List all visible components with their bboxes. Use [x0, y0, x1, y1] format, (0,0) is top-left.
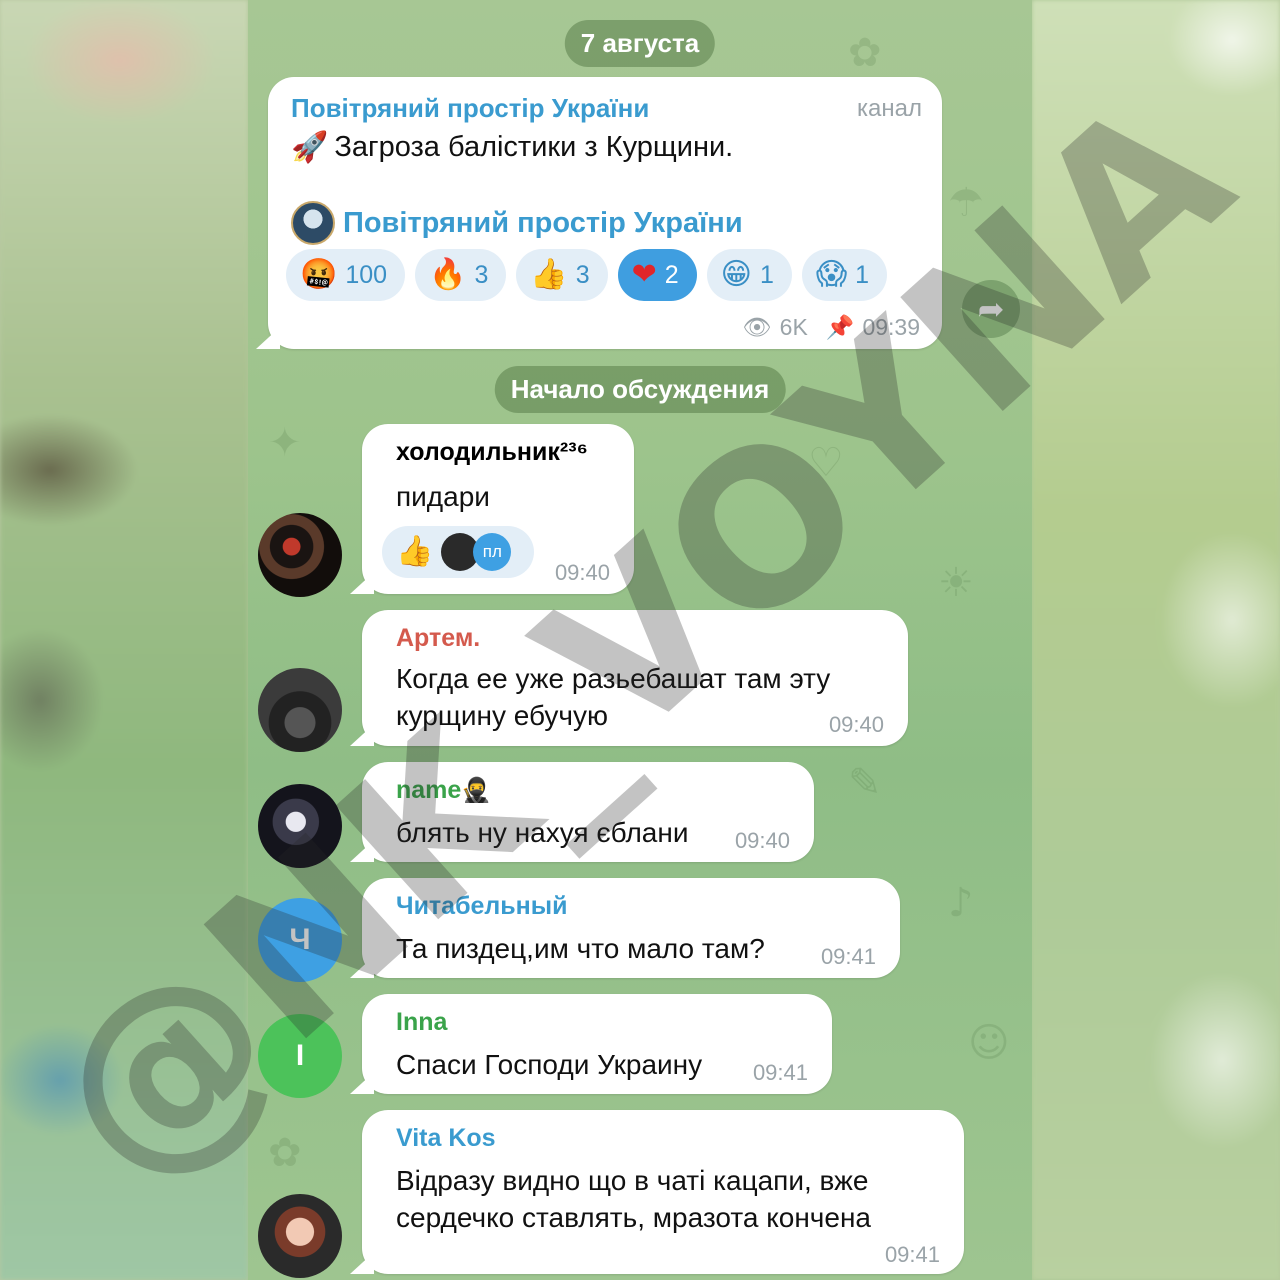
avatar[interactable]	[258, 513, 342, 597]
reaction-count: 3	[474, 260, 489, 289]
channel-type-label: канал	[857, 95, 922, 122]
message-bubble[interactable]: Vita Kos Відразу видно що в чаті кацапи,…	[362, 1110, 964, 1274]
message-bubble[interactable]: Читабельный Та пиздец,им что мало там? 0…	[362, 878, 900, 978]
eye-icon: 👁	[742, 314, 772, 340]
thumbs-up-icon: 👍	[530, 257, 568, 292]
avatar[interactable]: Ч	[258, 898, 342, 982]
reaction-fire[interactable]: 🔥 3	[415, 249, 507, 301]
reactions-row: 🤬 100 🔥 3 👍 3 ❤ 2 😁 1 😱 1	[286, 249, 888, 301]
message-text-line: Відразу видно що в чаті кацапи, вже	[396, 1165, 869, 1196]
sender-name[interactable]: Vita Kos	[396, 1124, 496, 1153]
wallpaper-doodle-icon: ☂	[948, 180, 984, 226]
sender-name[interactable]: Inna	[396, 1008, 447, 1037]
view-count: 6K	[779, 314, 808, 340]
wallpaper-doodle-icon: ☀	[938, 560, 974, 606]
avatar[interactable]: I	[258, 1014, 342, 1098]
sender-name[interactable]: Читабельный	[396, 892, 568, 921]
message-bubble[interactable]: name🥷 блять ну нахуя єблани 09:40	[362, 762, 814, 862]
screaming-face-icon: 😱	[815, 257, 848, 292]
reaction-count: 1	[855, 260, 870, 289]
grinning-face-icon: 😁	[720, 257, 752, 292]
avatar[interactable]	[258, 784, 342, 868]
post-text-content: Загроза балістики з Курщини.	[334, 131, 734, 163]
fire-icon: 🔥	[429, 257, 467, 292]
reactor-avatar: пл	[473, 533, 512, 571]
wallpaper-doodle-icon: ✿	[268, 1130, 302, 1176]
cursing-face-icon: 🤬	[300, 257, 338, 292]
message-text: пидари	[396, 481, 490, 512]
message-bubble[interactable]: Артем. Когда ее уже разьебашат там эту к…	[362, 610, 908, 746]
reaction-cursing[interactable]: 🤬 100	[286, 249, 406, 301]
sender-name-text[interactable]: name	[396, 776, 461, 804]
wallpaper-doodle-icon: ✎	[848, 760, 882, 806]
message-time: 09:41	[752, 1060, 808, 1085]
avatar[interactable]	[258, 668, 342, 752]
missile-launcher-icon: 🚀	[291, 129, 329, 165]
wallpaper-doodle-icon: ☺	[968, 1020, 1010, 1066]
reaction-grin[interactable]: 😁 1	[706, 249, 792, 301]
post-time: 09:39	[862, 314, 920, 340]
channel-avatar	[291, 201, 335, 245]
message-text-line: курщину ебучую	[396, 700, 609, 731]
reaction-heart[interactable]: ❤ 2	[617, 249, 697, 301]
message-text: Та пиздец,им что мало там?	[396, 933, 765, 964]
blurred-background-right	[1032, 0, 1280, 1280]
reaction-count: 3	[575, 260, 590, 289]
message-text: блять ну нахуя єблани	[396, 817, 689, 848]
reaction-count: 1	[759, 260, 774, 289]
wallpaper-doodle-icon: ♪	[948, 880, 974, 926]
wallpaper-doodle-icon: ✦	[268, 420, 302, 466]
channel-name[interactable]: Повітряний простір України	[291, 93, 649, 124]
reaction-scream[interactable]: 😱 1	[801, 249, 888, 301]
message-bubble[interactable]: холодильник²³⁶ пидари 👍 пл 09:40	[362, 424, 634, 594]
channel-post-bubble[interactable]: Повітряний простір України канал 🚀 Загро…	[268, 77, 942, 349]
post-meta: 👁 6K 📌 09:39	[742, 314, 920, 341]
message-time: 09:40	[554, 560, 610, 585]
chat-screen: ✿ ☂ ♡ ☀ ✎ ♪ ☺ ✦ ✿ 7 августа Повітряний п…	[248, 0, 1032, 1280]
channel-link[interactable]: Повітряний простір України	[291, 201, 743, 245]
message-time: 09:41	[820, 944, 876, 969]
message-time: 09:41	[884, 1242, 940, 1267]
wallpaper-doodle-icon: ♡	[808, 440, 844, 486]
share-icon[interactable]: ➦	[962, 280, 1020, 338]
thumbs-up-icon: 👍	[396, 534, 434, 569]
pin-icon: 📌	[825, 314, 855, 340]
message-reaction[interactable]: 👍 пл	[382, 526, 534, 578]
discussion-start-separator: Начало обсуждения	[494, 366, 786, 413]
message-time: 09:40	[734, 828, 790, 853]
reaction-count: 2	[664, 260, 679, 289]
post-text: 🚀 Загроза балістики з Курщини.	[291, 131, 733, 164]
sender-name[interactable]: Артем.	[396, 624, 480, 653]
message-text: Спаси Господи Украину	[396, 1049, 703, 1080]
channel-link-label[interactable]: Повітряний простір України	[343, 207, 743, 240]
message-text-line: Когда ее уже разьебашат там эту	[396, 663, 831, 694]
sender-name[interactable]: name🥷	[396, 776, 491, 805]
heart-icon: ❤	[631, 257, 657, 292]
blurred-background-left	[0, 0, 248, 1280]
sender-name[interactable]: холодильник²³⁶	[396, 438, 588, 467]
reaction-thumbs-up[interactable]: 👍 3	[516, 249, 608, 301]
ninja-icon: 🥷	[461, 776, 492, 804]
avatar[interactable]	[258, 1194, 342, 1278]
message-bubble[interactable]: Inna Спаси Господи Украину 09:41	[362, 994, 832, 1094]
wallpaper-doodle-icon: ✿	[848, 30, 882, 76]
date-separator: 7 августа	[564, 20, 716, 67]
message-text-line: сердечко ставлять, мразота кончена	[396, 1202, 871, 1233]
message-time: 09:40	[828, 712, 884, 737]
reaction-count: 100	[345, 260, 388, 289]
